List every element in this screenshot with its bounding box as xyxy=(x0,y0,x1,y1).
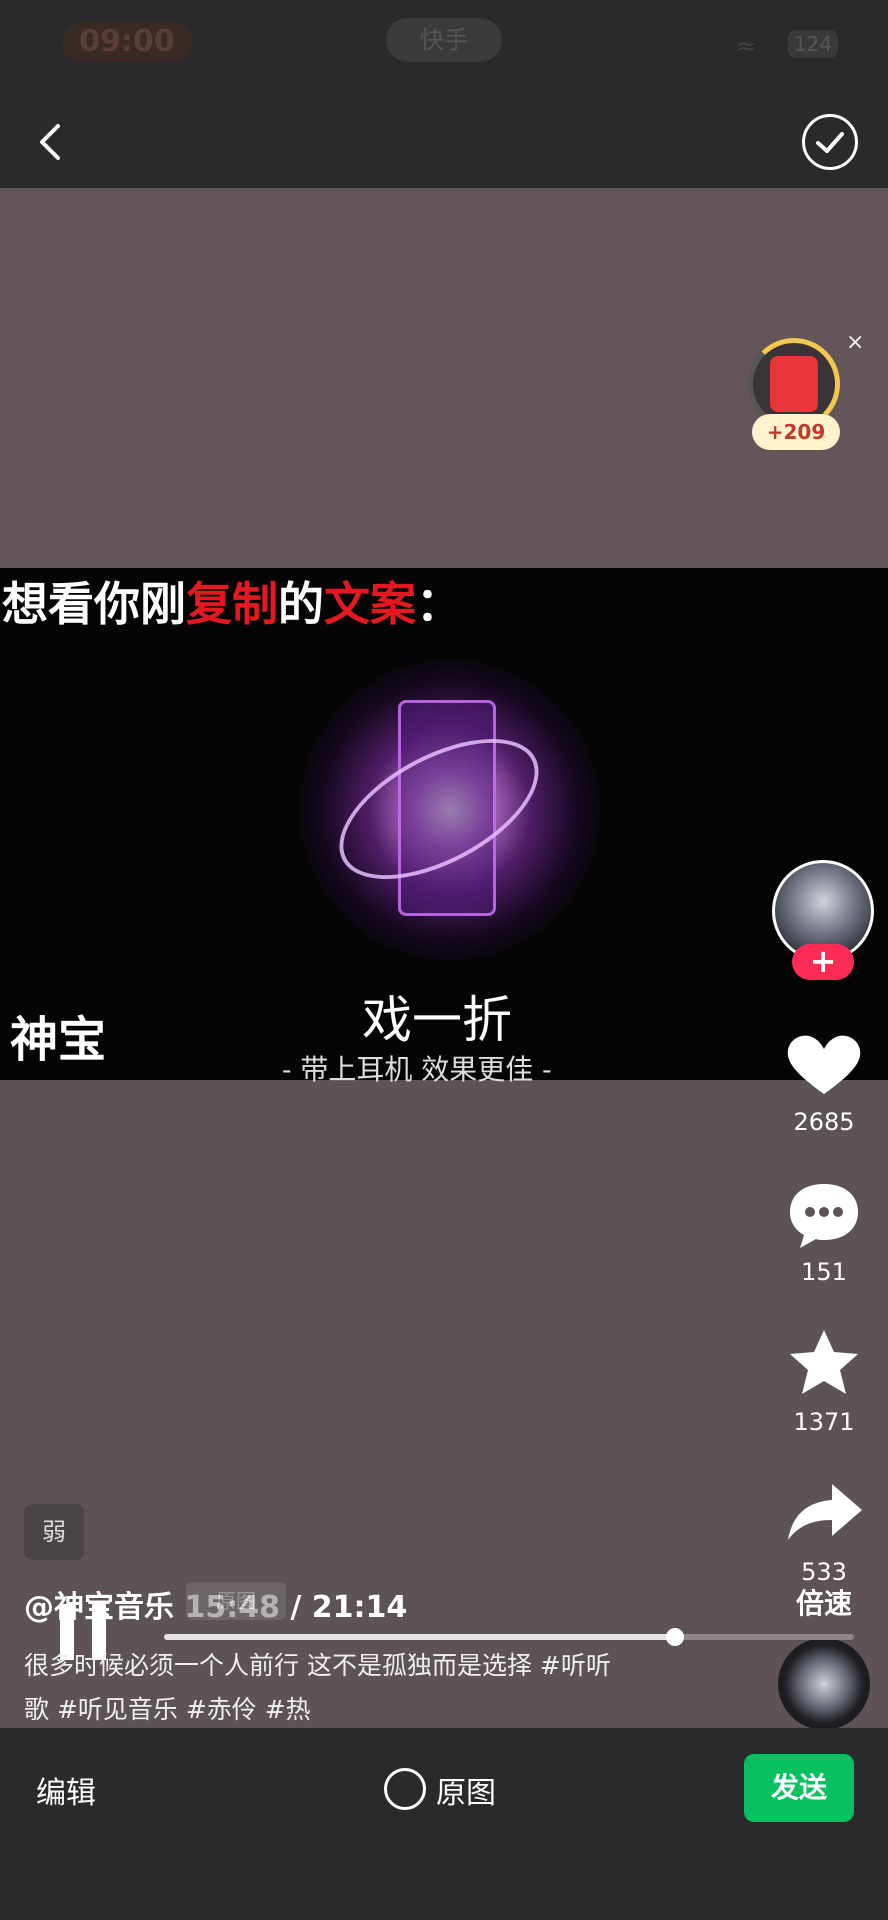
video-caption[interactable]: 很多时候必须一个人前行 这不是孤独而是选择 #听听 歌 #听见音乐 #赤伶 #热 xyxy=(24,1644,674,1732)
status-time: 09:00 xyxy=(62,22,192,62)
top-bar xyxy=(0,88,888,188)
follow-button[interactable]: + xyxy=(792,944,854,980)
send-button[interactable]: 发送 xyxy=(744,1754,854,1822)
status-app-pill: 快手 xyxy=(386,18,502,62)
heart-icon[interactable] xyxy=(782,1030,866,1100)
speed-button[interactable]: 倍速 xyxy=(760,1582,888,1622)
caption-line: 很多时候必须一个人前行 这不是孤独而是选择 #听听 xyxy=(24,1651,611,1680)
tag-chip[interactable]: 弱 xyxy=(24,1504,84,1560)
video-overlay-title: 想看你刚复制的文案： xyxy=(2,577,462,631)
music-disc-icon[interactable] xyxy=(778,1638,870,1730)
caption-line: 歌 #听见音乐 #赤伶 #热 xyxy=(24,1695,311,1724)
comment-count: 151 xyxy=(801,1258,847,1286)
video-background-bottom[interactable] xyxy=(0,1080,888,1728)
video-song-title: 戏一折 xyxy=(362,991,512,1049)
progress-fill xyxy=(164,1634,675,1640)
favorite-count: 1371 xyxy=(793,1408,855,1436)
red-packet-badge: +209 xyxy=(752,414,840,450)
close-icon[interactable]: × xyxy=(846,330,864,355)
like-count: 2685 xyxy=(793,1108,855,1136)
mode-chip: 原图 xyxy=(186,1582,286,1620)
back-arrow-icon[interactable] xyxy=(24,112,84,172)
original-radio[interactable] xyxy=(384,1768,426,1810)
star-icon[interactable] xyxy=(782,1328,866,1398)
video-card-name: 神宝 xyxy=(10,1012,107,1068)
share-icon[interactable] xyxy=(782,1478,866,1548)
progress-bar[interactable] xyxy=(164,1628,854,1646)
check-circle-icon[interactable] xyxy=(802,114,858,170)
battery-indicator: 124 xyxy=(788,30,838,58)
original-label[interactable]: 原图 xyxy=(436,1768,496,1812)
comment-icon[interactable] xyxy=(782,1180,866,1250)
video-song-subtitle: - 带上耳机 效果更佳 - xyxy=(282,1053,552,1086)
red-envelope-icon[interactable] xyxy=(770,356,818,412)
edit-button[interactable]: 编辑 xyxy=(36,1768,96,1812)
wifi-icon: ≈ xyxy=(736,32,757,60)
